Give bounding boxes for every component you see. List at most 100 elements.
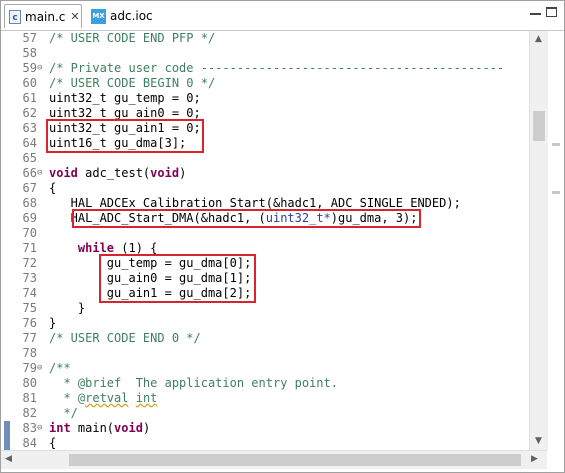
vertical-scrollbar[interactable]: ▲ ▼ <box>529 31 548 450</box>
maximize-button[interactable] <box>546 7 557 17</box>
code-editor[interactable]: 57/* USER CODE END PFP */58 59 ⊖/* Private… <box>1 31 547 450</box>
code-text: uint32_t gu_temp = 0; <box>49 91 201 106</box>
code-token: ) <box>179 166 187 180</box>
code-line[interactable]: 81 * @retval int <box>1 391 547 406</box>
tab-label: main.c <box>25 9 66 24</box>
code-token: /* USER CODE END 0 */ <box>49 331 201 345</box>
code-line[interactable]: 71 while (1) { <box>1 241 547 256</box>
overview-ruler[interactable] <box>549 31 563 450</box>
code-line[interactable]: 67 { <box>1 181 547 196</box>
line-number: 70 <box>22 226 37 240</box>
code-token: /* Private user code -------------------… <box>49 61 505 75</box>
overview-mark <box>552 191 560 194</box>
tab-label: adc.ioc <box>110 9 153 23</box>
code-line[interactable]: 70 <box>1 226 547 241</box>
code-text: } <box>49 301 85 316</box>
tab-adc-ioc[interactable]: MX adc.ioc <box>89 4 159 28</box>
vertical-scroll-thumb[interactable] <box>533 111 545 141</box>
code-text: { <box>49 181 56 196</box>
scroll-right-icon[interactable]: ▶ <box>531 454 538 464</box>
line-number: 59 <box>22 61 37 75</box>
scroll-down-icon[interactable]: ▼ <box>535 436 542 446</box>
minimize-button[interactable] <box>530 7 541 15</box>
line-number: 60 <box>22 76 37 90</box>
code-token: void <box>114 421 143 435</box>
code-token: void <box>150 166 180 180</box>
highlight-box-dma-start <box>72 209 421 228</box>
line-number: 65 <box>22 151 37 165</box>
mx-icon: MX <box>91 8 106 24</box>
code-token: ) <box>142 421 151 435</box>
code-token: /* USER CODE BEGIN 0 */ <box>49 76 216 90</box>
line-number: 75 <box>22 301 37 315</box>
code-line[interactable]: 65 <box>1 151 547 166</box>
code-text: { <box>49 436 56 450</box>
code-line[interactable]: 61 uint32_t gu_temp = 0; <box>1 91 547 106</box>
line-number: 68 <box>22 196 37 210</box>
code-line[interactable]: 75 } <box>1 301 547 316</box>
fold-toggle-icon[interactable]: ⊖ <box>37 61 42 76</box>
horizontal-scroll-thumb[interactable] <box>69 454 521 466</box>
code-line[interactable]: 74 gu_ain1 = gu_dma[2]; <box>1 286 547 301</box>
scroll-left-icon[interactable]: ◀ <box>5 454 12 464</box>
close-icon[interactable]: ✕ <box>70 10 79 23</box>
line-number: 62 <box>22 106 37 120</box>
line-number: 71 <box>22 241 37 255</box>
line-number: 78 <box>22 346 37 360</box>
code-line[interactable]: 78 <box>1 346 547 361</box>
code-token: retval <box>85 391 129 405</box>
line-number: 81 <box>22 391 37 405</box>
code-line[interactable]: 72 gu_temp = gu_dma[0]; <box>1 256 547 271</box>
scroll-up-icon[interactable]: ▲ <box>535 34 542 44</box>
code-text: void adc_test(void) <box>49 166 186 181</box>
code-text: */ <box>49 406 78 421</box>
code-text: /* USER CODE BEGIN 0 */ <box>49 76 215 91</box>
code-line[interactable]: 73 gu_ain0 = gu_dma[1]; <box>1 271 547 286</box>
code-line[interactable]: 80 * @brief The application entry point. <box>1 376 547 391</box>
line-number: 82 <box>22 406 37 420</box>
code-token: int <box>135 391 158 405</box>
code-token: (1) { <box>114 241 158 255</box>
code-token: * @brief The application entry point. <box>49 376 338 390</box>
fold-toggle-icon[interactable]: ⊖ <box>37 361 42 376</box>
code-line[interactable]: 83 ⊖ int main(void) <box>1 421 547 436</box>
line-number: 84 <box>22 436 37 450</box>
line-number: 79 <box>22 361 37 375</box>
code-token: void <box>49 166 78 180</box>
code-line[interactable]: 79 ⊖ /** <box>1 361 547 376</box>
code-line[interactable]: 77 /* USER CODE END 0 */ <box>1 331 547 346</box>
code-line[interactable]: 60 /* USER CODE BEGIN 0 */ <box>1 76 547 91</box>
code-line[interactable]: 84 { <box>1 436 547 450</box>
code-line[interactable]: 82 */ <box>1 406 547 421</box>
code-line[interactable]: 58 <box>1 46 547 61</box>
line-number: 57 <box>22 31 37 45</box>
code-token: uint32_t gu_temp = 0; <box>49 91 201 105</box>
code-text: /** <box>49 361 71 376</box>
editor-tab-bar: c main.c ✕ MX adc.ioc <box>1 1 564 31</box>
code-token: adc_test( <box>77 166 151 180</box>
code-line[interactable]: 57 /* USER CODE END PFP */ <box>1 31 547 46</box>
overview-mark <box>552 143 560 146</box>
highlight-box-while-body <box>99 254 256 303</box>
fold-toggle-icon[interactable]: ⊖ <box>37 166 42 181</box>
code-line[interactable]: 76} <box>1 316 547 331</box>
tab-main-c[interactable]: c main.c ✕ <box>4 4 82 28</box>
horizontal-scrollbar[interactable]: ◀ ▶ <box>1 450 547 469</box>
code-line[interactable]: 66 ⊖ void adc_test(void) <box>1 166 547 181</box>
code-token: int <box>49 421 71 435</box>
fold-toggle-icon[interactable]: ⊖ <box>37 421 42 436</box>
code-text: * @retval int <box>49 391 157 406</box>
code-text: /* USER CODE END 0 */ <box>49 331 201 346</box>
code-line[interactable]: 59 ⊖ /* Private user code ----------------… <box>1 61 547 76</box>
code-text: /* USER CODE END PFP */ <box>49 31 215 46</box>
code-token: HAL_ADCEx_Calibration_Start(&hadc1, ADC_… <box>49 196 461 210</box>
code-token: { <box>49 181 57 195</box>
line-number: 73 <box>22 271 37 285</box>
code-token: */ <box>49 406 78 420</box>
code-token: while <box>77 241 115 255</box>
line-number: 67 <box>22 181 37 195</box>
code-text: } <box>49 316 56 331</box>
code-text: * @brief The application entry point. <box>49 376 338 391</box>
